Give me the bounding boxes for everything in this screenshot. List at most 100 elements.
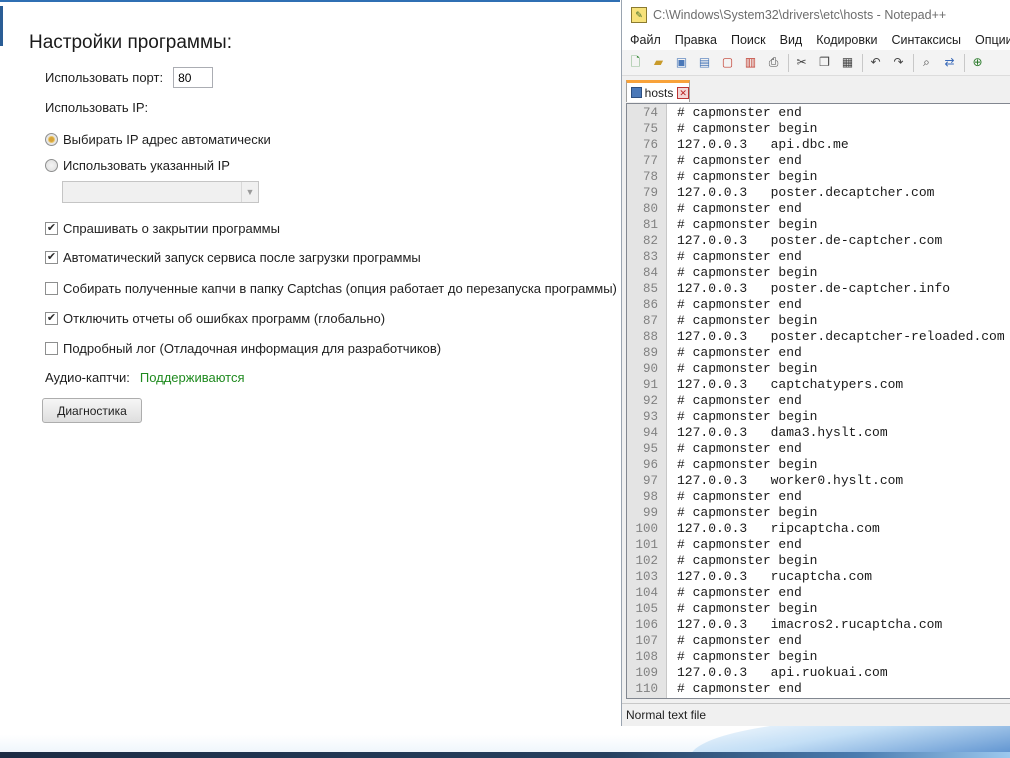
chevron-down-icon[interactable]: ▼ — [241, 182, 258, 202]
code-line[interactable]: 89 # capmonster end — [627, 345, 1010, 361]
code-line[interactable]: 76 127.0.0.3 api.dbc.me — [627, 137, 1010, 153]
code-line[interactable]: 97 127.0.0.3 worker0.hyslt.com — [627, 473, 1010, 489]
cut-icon[interactable]: ✂ — [793, 54, 810, 71]
line-text: 127.0.0.3 worker0.hyslt.com — [677, 473, 904, 488]
code-line[interactable]: 82 127.0.0.3 poster.de-captcher.com — [627, 233, 1010, 249]
line-text: # capmonster end — [677, 393, 802, 408]
notepad-app-icon: ✎ — [631, 7, 647, 23]
audio-captcha-row: Аудио-каптчи: Поддерживаются — [45, 370, 245, 385]
menu-file[interactable]: Файл — [622, 33, 667, 47]
code-line[interactable]: 105 # capmonster begin — [627, 601, 1010, 617]
radio-manual-ip[interactable]: Использовать указанный IP — [45, 158, 230, 173]
diagnostics-button[interactable]: Диагностика — [42, 398, 142, 423]
code-line[interactable]: 87 # capmonster begin — [627, 313, 1010, 329]
copy-icon[interactable]: ❐ — [816, 54, 833, 71]
code-line[interactable]: 79 127.0.0.3 poster.decaptcher.com — [627, 185, 1010, 201]
code-line[interactable]: 93 # capmonster begin — [627, 409, 1010, 425]
code-line[interactable]: 101 # capmonster end — [627, 537, 1010, 553]
ip-row: Использовать IP: — [45, 100, 148, 115]
line-number: 87 — [642, 314, 658, 328]
checkbox-autostart-box[interactable]: ✔ — [45, 251, 58, 264]
line-text: 127.0.0.3 poster.de-captcher.info — [677, 281, 951, 296]
new-file-icon[interactable]: 🗋 — [627, 54, 644, 71]
replace-icon[interactable]: ⇄ — [941, 54, 958, 71]
checkbox-disable-error-reports-box[interactable]: ✔ — [45, 312, 58, 325]
code-line[interactable]: 81 # capmonster begin — [627, 217, 1010, 233]
save-all-icon[interactable]: ▤ — [696, 54, 713, 71]
checkbox-verbose-log[interactable]: Подробный лог (Отладочная информация для… — [45, 341, 441, 356]
open-file-icon[interactable]: ▰ — [650, 54, 667, 71]
menu-view[interactable]: Вид — [772, 33, 809, 47]
notepad-titlebar[interactable]: ✎ C:\Windows\System32\drivers\etc\hosts … — [622, 0, 1010, 30]
checkbox-collect-captchas[interactable]: Собирать полученные капчи в папку Captch… — [45, 281, 617, 296]
checkbox-disable-error-reports[interactable]: ✔ Отключить отчеты об ошибках программ (… — [45, 311, 385, 326]
code-line[interactable]: 109 127.0.0.3 api.ruokuai.com — [627, 665, 1010, 681]
code-line[interactable]: 94 127.0.0.3 dama3.hyslt.com — [627, 425, 1010, 441]
radio-auto-ip[interactable]: Выбирать IP адрес автоматически — [45, 132, 271, 147]
close-all-icon[interactable]: ▥ — [742, 54, 759, 71]
line-number: 82 — [642, 234, 658, 248]
code-line[interactable]: 75 # capmonster begin — [627, 121, 1010, 137]
code-line[interactable]: 77 # capmonster end — [627, 153, 1010, 169]
code-line[interactable]: 108 # capmonster begin — [627, 649, 1010, 665]
close-icon[interactable]: ✕ — [677, 86, 689, 99]
paste-icon[interactable]: ▦ — [839, 54, 856, 71]
port-label: Использовать порт: — [45, 70, 164, 85]
line-text: 127.0.0.3 api.dbc.me — [677, 137, 849, 152]
code-line[interactable]: 86 # capmonster end — [627, 297, 1010, 313]
radio-auto-ip-button[interactable] — [45, 133, 58, 146]
code-line[interactable]: 99 # capmonster begin — [627, 505, 1010, 521]
code-line[interactable]: 90 # capmonster begin — [627, 361, 1010, 377]
port-input[interactable] — [173, 67, 214, 88]
ip-select[interactable]: ▼ — [62, 181, 259, 203]
line-text: # capmonster end — [677, 681, 802, 696]
code-line[interactable]: 100 127.0.0.3 ripcaptcha.com — [627, 521, 1010, 537]
code-line[interactable]: 102 # capmonster begin — [627, 553, 1010, 569]
save-icon[interactable]: ▣ — [673, 54, 690, 71]
line-text: # capmonster begin — [677, 553, 818, 568]
code-line[interactable]: 88 127.0.0.3 poster.decaptcher-reloaded.c… — [627, 329, 1010, 345]
menu-language[interactable]: Синтаксисы — [883, 33, 967, 47]
close-icon[interactable]: ▢ — [719, 54, 736, 71]
print-icon[interactable]: ⎙ — [765, 54, 782, 71]
code-line[interactable]: 92 # capmonster end — [627, 393, 1010, 409]
code-line[interactable]: 91 127.0.0.3 captchatypers.com — [627, 377, 1010, 393]
code-line[interactable]: 74 # capmonster end — [627, 105, 1010, 121]
line-text: # capmonster begin — [677, 265, 818, 280]
checkbox-collect-captchas-box[interactable] — [45, 282, 58, 295]
menu-encoding[interactable]: Кодировки — [808, 33, 883, 47]
tab-hosts[interactable]: hosts ✕ — [626, 80, 690, 102]
radio-manual-ip-button[interactable] — [45, 159, 58, 172]
audio-captcha-status: Поддерживаются — [139, 370, 245, 385]
line-text: # capmonster end — [677, 441, 802, 456]
notepad-editor[interactable]: 74 # capmonster end 75 # capmonster begin 76… — [626, 103, 1010, 699]
radio-manual-ip-label: Использовать указанный IP — [63, 158, 230, 173]
undo-icon[interactable]: ↶ — [867, 54, 884, 71]
menu-search[interactable]: Поиск — [723, 33, 772, 47]
menu-edit[interactable]: Правка — [667, 33, 723, 47]
checkbox-ask-close-box[interactable]: ✔ — [45, 222, 58, 235]
code-line[interactable]: 103 127.0.0.3 rucaptcha.com — [627, 569, 1010, 585]
menu-settings[interactable]: Опции — [967, 33, 1010, 47]
code-line[interactable]: 83 # capmonster end — [627, 249, 1010, 265]
checkbox-verbose-log-box[interactable] — [45, 342, 58, 355]
line-number: 97 — [642, 474, 658, 488]
code-line[interactable]: 106 127.0.0.3 imacros2.rucaptcha.com — [627, 617, 1010, 633]
redo-icon[interactable]: ↷ — [890, 54, 907, 71]
code-line[interactable]: 84 # capmonster begin — [627, 265, 1010, 281]
checkbox-ask-close[interactable]: ✔ Спрашивать о закрытии программы — [45, 221, 280, 236]
code-line[interactable]: 78 # capmonster begin — [627, 169, 1010, 185]
code-line[interactable]: 85 127.0.0.3 poster.de-captcher.info — [627, 281, 1010, 297]
zoom-in-icon[interactable]: ⊕ — [969, 54, 986, 71]
line-text: # capmonster begin — [677, 505, 818, 520]
code-line[interactable]: 95 # capmonster end — [627, 441, 1010, 457]
code-line[interactable]: 96 # capmonster begin — [627, 457, 1010, 473]
code-line[interactable]: 107 # capmonster end — [627, 633, 1010, 649]
find-icon[interactable]: ⌕ — [918, 54, 935, 71]
code-line[interactable]: 110 # capmonster end — [627, 681, 1010, 697]
line-number: 103 — [635, 570, 658, 584]
code-line[interactable]: 98 # capmonster end — [627, 489, 1010, 505]
code-line[interactable]: 80 # capmonster end — [627, 201, 1010, 217]
checkbox-autostart[interactable]: ✔ Автоматический запуск сервиса после за… — [45, 250, 421, 265]
code-line[interactable]: 104 # capmonster end — [627, 585, 1010, 601]
